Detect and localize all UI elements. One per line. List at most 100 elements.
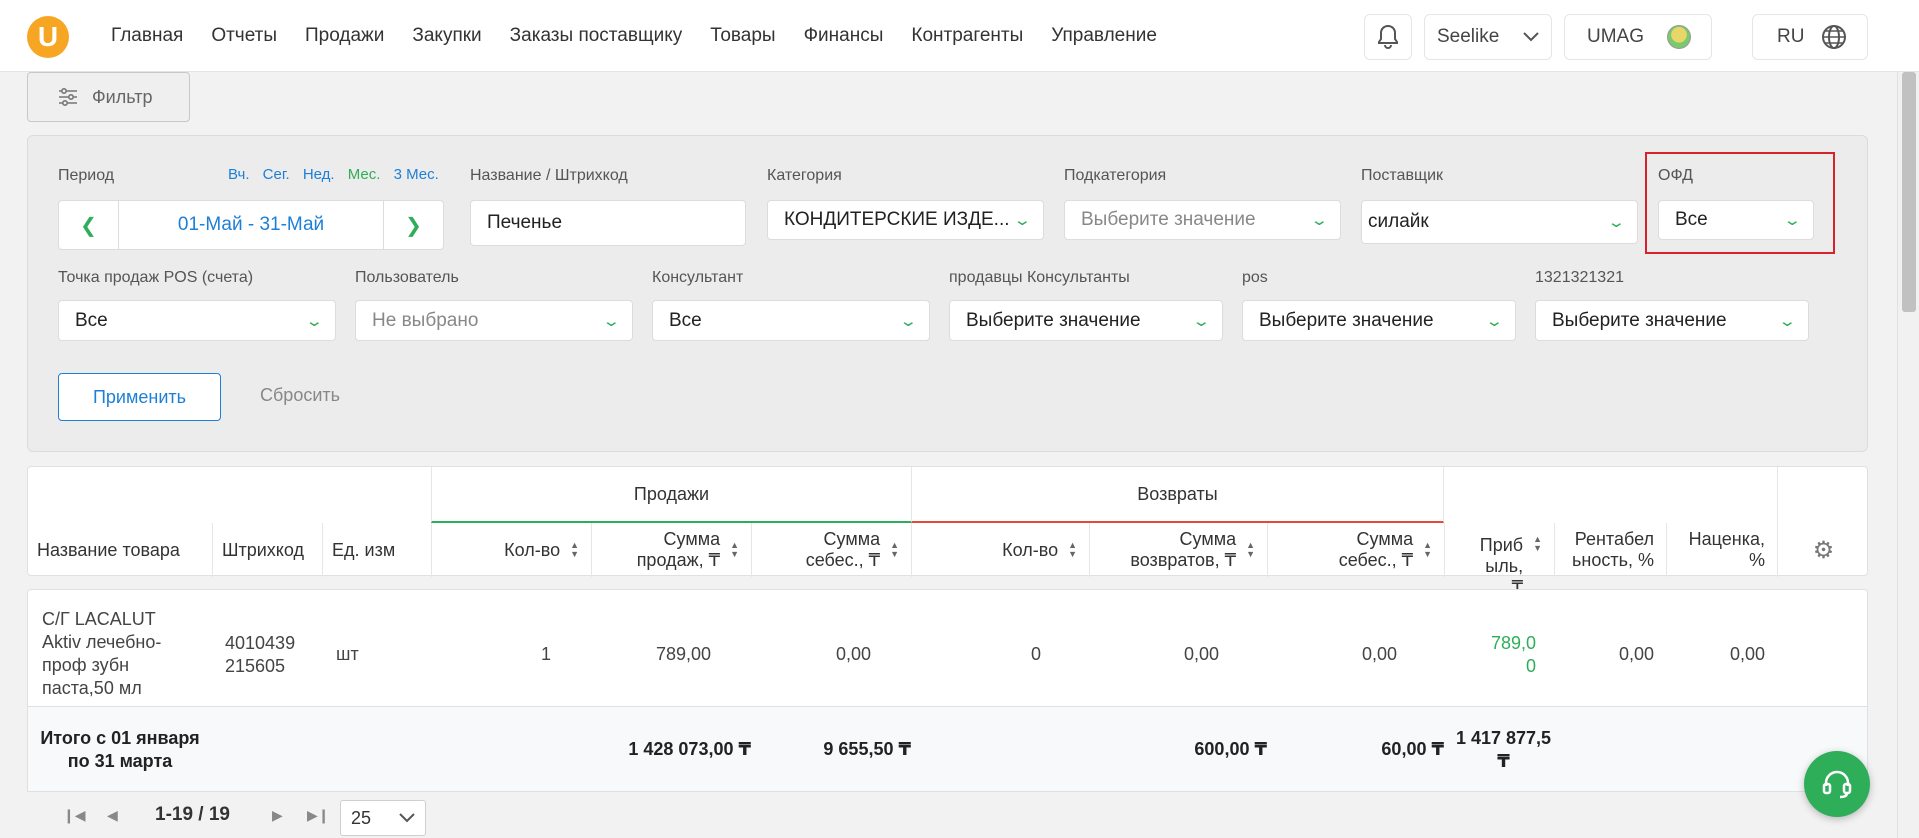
- period-range-text[interactable]: 01-Май - 31-Май: [119, 214, 383, 236]
- barcode-line: 215605: [225, 656, 286, 676]
- chevron-left-icon: ❮: [80, 214, 97, 237]
- subcategory-select[interactable]: Выберите значение ⌄: [1064, 200, 1341, 240]
- report-table-header: Продажи Возвраты Название товара Штрихко…: [27, 466, 1869, 597]
- category-select[interactable]: КОНДИТЕРСКИЕ ИЗДЕ... ⌄: [767, 200, 1044, 240]
- row-profit: 789,0 0: [1444, 632, 1536, 678]
- total-profit-line: 1 417 877,5: [1455, 728, 1552, 748]
- col-header-markup[interactable]: Наценка,%: [1666, 523, 1777, 577]
- supplier-select[interactable]: силайк ⌄: [1361, 200, 1638, 244]
- total-label-line: по 31 марта: [67, 751, 173, 771]
- consultant-select[interactable]: Все ⌄: [652, 300, 930, 341]
- table-total-row: Итого с 01 января по 31 марта 1 428 073,…: [27, 707, 1868, 792]
- scrollbar-thumb[interactable]: [1902, 72, 1916, 312]
- pos-label: pos: [1242, 269, 1268, 286]
- name-barcode-input[interactable]: Печенье: [470, 200, 746, 246]
- nav-item-management[interactable]: Управление: [1051, 25, 1157, 47]
- chevron-down-icon: ⌄: [1607, 214, 1627, 231]
- row-barcode: 4010439 215605: [225, 632, 295, 678]
- sales-sum-label-2: продаж, ₸: [636, 550, 721, 570]
- quick-week[interactable]: Нед.: [303, 166, 335, 183]
- language-selector[interactable]: RU: [1752, 14, 1868, 60]
- sort-icon[interactable]: ▲ ▼: [730, 541, 739, 559]
- col-header-sales-cost[interactable]: Сумма себес., ₸ ▲ ▼: [751, 523, 911, 577]
- quick-yesterday[interactable]: Вч.: [228, 166, 250, 183]
- pos-point-select[interactable]: Все ⌄: [58, 300, 336, 341]
- sort-icon[interactable]: ▲ ▼: [890, 541, 899, 559]
- period-next-button[interactable]: ❯: [383, 201, 443, 249]
- nav-item-supplier-orders[interactable]: Заказы поставщику: [510, 25, 683, 47]
- period-prev-button[interactable]: ❮: [59, 201, 119, 249]
- total-label: Итого с 01 января по 31 марта: [28, 727, 212, 773]
- pos-point-value: Все: [75, 309, 108, 331]
- row-returns-sum: 0,00: [1183, 644, 1219, 664]
- sort-icon[interactable]: ▲ ▼: [1246, 541, 1255, 559]
- col-header-returns-sum[interactable]: Сумма возвратов, ₸ ▲ ▼: [1089, 523, 1267, 577]
- custom-field-select[interactable]: Выберите значение ⌄: [1535, 300, 1809, 341]
- table-settings-button[interactable]: ⚙: [1777, 523, 1869, 577]
- col-header-name[interactable]: Название товара: [28, 523, 212, 577]
- returns-sum-label-1: Сумма: [1179, 529, 1237, 549]
- product-name-line: проф зубн: [42, 655, 130, 675]
- table-row[interactable]: С/Г LACALUT Aktiv лечебно- проф зубн пас…: [27, 589, 1868, 707]
- col-header-sales-qty[interactable]: Кол-во ▲ ▼: [431, 523, 591, 577]
- quick-month[interactable]: Мес.: [348, 166, 381, 183]
- filter-toggle-button[interactable]: Фильтр: [27, 72, 190, 122]
- nav-item-counterparties[interactable]: Контрагенты: [911, 25, 1023, 47]
- nav-item-purchases[interactable]: Закупки: [412, 25, 481, 47]
- category-label: Категория: [767, 167, 842, 184]
- pos-select[interactable]: Выберите значение ⌄: [1242, 300, 1516, 341]
- quick-3-months[interactable]: 3 Мес.: [394, 166, 439, 183]
- support-chat-button[interactable]: [1804, 751, 1870, 817]
- apply-button[interactable]: Применить: [58, 373, 221, 421]
- period-date-range: ❮ 01-Май - 31-Май ❯: [58, 200, 444, 250]
- chevron-down-icon: ⌄: [1192, 312, 1212, 330]
- chevron-down-icon: ⌄: [1778, 312, 1798, 330]
- store-selector[interactable]: UMAG: [1564, 14, 1712, 60]
- page-size-select[interactable]: 25: [340, 800, 426, 836]
- sort-icon[interactable]: ▲ ▼: [1423, 541, 1432, 559]
- first-page-icon[interactable]: ❙◀: [63, 807, 86, 824]
- chevron-down-icon: ⌄: [602, 312, 622, 330]
- notifications-button[interactable]: [1364, 14, 1412, 60]
- last-page-icon[interactable]: ▶❙: [307, 807, 330, 824]
- main-nav: Главная Отчеты Продажи Закупки Заказы по…: [111, 0, 1185, 72]
- row-sales-qty: 1: [540, 644, 551, 664]
- nav-item-home[interactable]: Главная: [111, 25, 183, 47]
- supplier-label: Поставщик: [1361, 167, 1444, 184]
- col-header-barcode[interactable]: Штрихкод: [212, 523, 322, 577]
- row-sales-cost: 0,00: [835, 644, 871, 664]
- ofd-highlight-box: [1645, 152, 1835, 254]
- col-header-returns-cost[interactable]: Сумма себес., ₸ ▲ ▼: [1267, 523, 1444, 577]
- umag-logo[interactable]: U: [27, 16, 69, 58]
- reset-button[interactable]: Сбросить: [260, 385, 340, 406]
- sort-icon[interactable]: ▲ ▼: [570, 541, 579, 559]
- globe-icon: [1822, 25, 1846, 49]
- sales-sum-label-1: Сумма: [663, 529, 721, 549]
- profit-value-line: 789,0: [1490, 633, 1536, 653]
- row-markup: 0,00: [1729, 644, 1765, 664]
- nav-item-finance[interactable]: Финансы: [804, 25, 884, 47]
- col-header-returns-qty[interactable]: Кол-во ▲ ▼: [911, 523, 1089, 577]
- next-page-icon[interactable]: ▶: [272, 807, 283, 824]
- col-header-sales-sum[interactable]: Сумма продаж, ₸ ▲ ▼: [591, 523, 751, 577]
- avatar: [1667, 25, 1691, 49]
- chevron-down-icon: ⌄: [899, 312, 919, 330]
- user-select[interactable]: Не выбрано ⌄: [355, 300, 633, 341]
- prev-page-icon[interactable]: ◀: [107, 807, 118, 824]
- account-dropdown[interactable]: Seelike: [1424, 14, 1552, 60]
- col-header-profit[interactable]: Приб ыль, ₸ ▲ ▼: [1444, 523, 1554, 597]
- page-scrollbar[interactable]: [1897, 72, 1919, 838]
- sellers-consultants-select[interactable]: Выберите значение ⌄: [949, 300, 1223, 341]
- row-unit: шт: [336, 644, 359, 664]
- sort-icon[interactable]: ▲ ▼: [1068, 541, 1077, 559]
- nav-item-goods[interactable]: Товары: [710, 25, 775, 47]
- consultant-label: Консультант: [652, 269, 744, 286]
- nav-item-reports[interactable]: Отчеты: [211, 25, 277, 47]
- sales-cost-label-2: себес., ₸: [805, 550, 881, 570]
- col-header-unit[interactable]: Ед. изм: [322, 523, 431, 577]
- quick-today[interactable]: Сег.: [263, 166, 290, 183]
- returns-qty-label: Кол-во: [1002, 539, 1059, 560]
- sort-icon[interactable]: ▲ ▼: [1533, 535, 1542, 553]
- nav-item-sales[interactable]: Продажи: [305, 25, 384, 47]
- col-header-profitability[interactable]: Рентабел ьность, %: [1554, 523, 1666, 577]
